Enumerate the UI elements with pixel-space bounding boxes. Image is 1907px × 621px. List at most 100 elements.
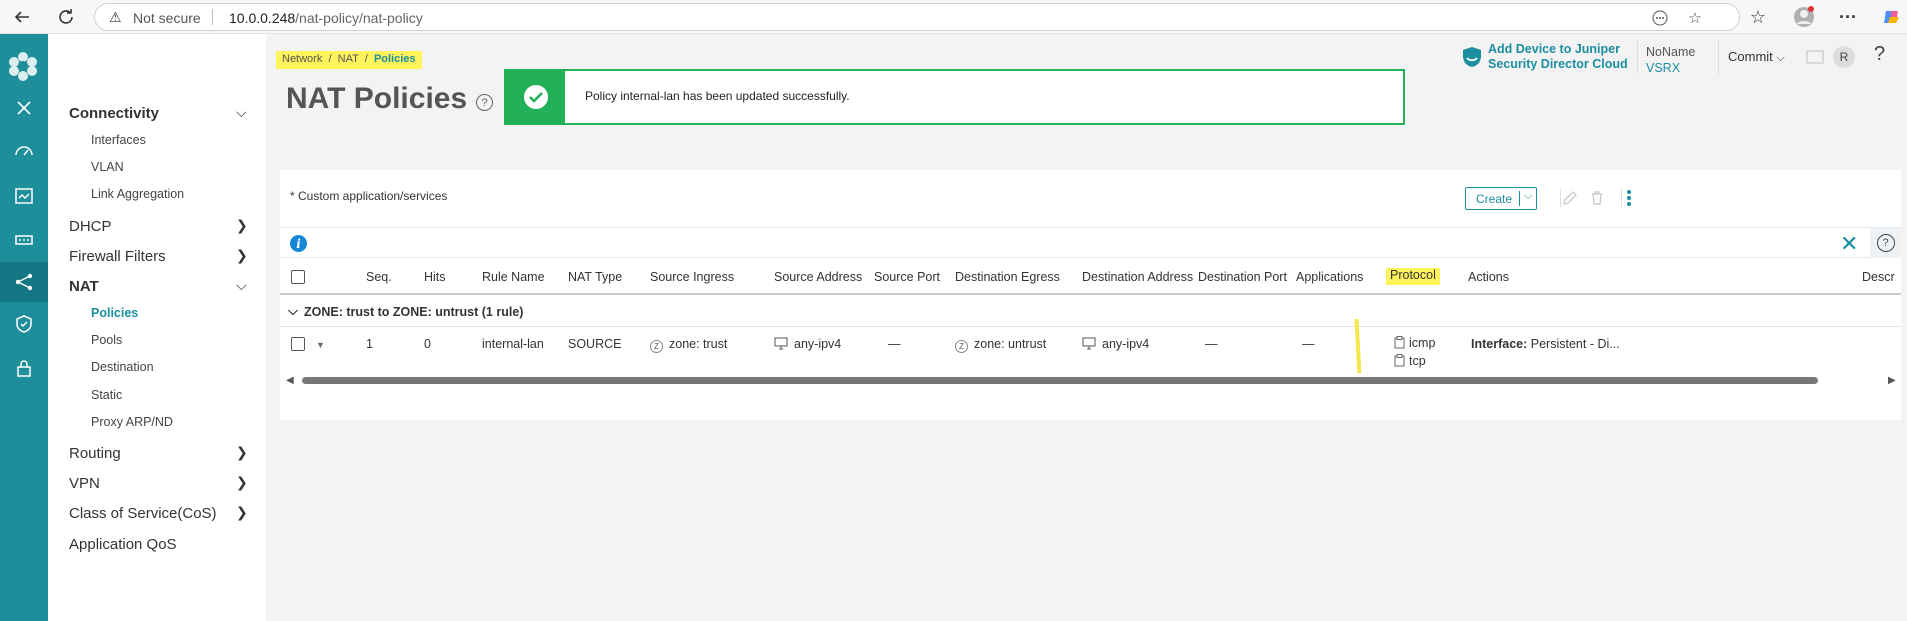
help-icon: ? xyxy=(1876,234,1895,252)
chevron-down-icon[interactable]: ⌵ xyxy=(288,303,298,319)
cell-applications: — xyxy=(1302,337,1315,351)
security-shield-icon[interactable] xyxy=(0,304,48,344)
sidebar-item-pools[interactable]: Pools xyxy=(91,333,122,347)
sidebar-item-destination[interactable]: Destination xyxy=(91,360,154,374)
create-button[interactable]: Create ⌵ xyxy=(1465,187,1537,210)
chevron-right-icon[interactable]: ❯ xyxy=(236,474,248,491)
sidebar-item-proxy-arp[interactable]: Proxy ARP/ND xyxy=(91,415,173,429)
star-icon[interactable]: ☆ xyxy=(1685,8,1705,28)
edit-pencil-icon[interactable] xyxy=(1559,187,1581,209)
column-protocol[interactable]: Protocol xyxy=(1386,268,1440,285)
page-title: NAT Policies xyxy=(286,82,468,115)
device-model[interactable]: VSRX xyxy=(1646,60,1695,76)
sidebar-group-connectivity[interactable]: Connectivity xyxy=(69,105,159,122)
clear-filter-close-icon[interactable]: ✕ xyxy=(1840,231,1858,257)
commit-dropdown[interactable]: Commit ⌵ xyxy=(1728,49,1785,65)
scroll-right-icon[interactable]: ▶ xyxy=(1888,375,1896,386)
table-help-button[interactable]: ? xyxy=(1870,228,1901,258)
chevron-down-icon[interactable]: ⌵ xyxy=(236,277,247,294)
device-name: NoName xyxy=(1646,45,1696,59)
breadcrumb-nat[interactable]: NAT xyxy=(338,53,359,65)
add-device-juniper-link[interactable]: Add Device to Juniper Security Director … xyxy=(1460,42,1630,76)
column-nat-type[interactable]: NAT Type xyxy=(568,270,622,284)
sidebar-group-dhcp[interactable]: DHCP xyxy=(69,218,112,235)
more-options-circle-icon[interactable] xyxy=(1650,8,1670,28)
sidebar-item-static[interactable]: Static xyxy=(91,388,122,402)
column-source-ingress[interactable]: Source Ingress xyxy=(650,270,734,284)
cell-protocol-icmp: icmp xyxy=(1394,336,1435,350)
zone-group-row[interactable]: ⌵ ZONE: trust to ZONE: untrust (1 rule) xyxy=(280,296,1901,327)
column-source-address[interactable]: Source Address xyxy=(774,270,862,284)
sidebar-group-firewall-filters[interactable]: Firewall Filters xyxy=(69,248,166,265)
chevron-down-icon[interactable]: ⌵ xyxy=(1524,190,1532,203)
protocol-icmp: icmp xyxy=(1409,336,1436,350)
zone-icon: Z xyxy=(650,340,663,353)
success-check-icon xyxy=(506,71,565,123)
column-description[interactable]: Descr xyxy=(1862,270,1895,284)
sidebar-group-application-qos[interactable]: Application QoS xyxy=(69,536,177,553)
breadcrumb-policies: Policies xyxy=(373,53,416,65)
info-icon[interactable]: i xyxy=(290,235,307,252)
address-monitor-icon xyxy=(1082,337,1096,350)
column-hits[interactable]: Hits xyxy=(424,270,446,284)
profile-icon[interactable] xyxy=(1792,5,1816,29)
favorites-icon[interactable]: ☆ xyxy=(1746,5,1770,29)
cell-protocol-tcp: tcp xyxy=(1394,354,1426,368)
lock-icon[interactable] xyxy=(0,348,48,388)
scroll-thumb[interactable] xyxy=(302,377,1818,384)
column-destination-egress[interactable]: Destination Egress xyxy=(955,270,1060,284)
column-applications[interactable]: Applications xyxy=(1296,270,1363,284)
row-checkbox[interactable] xyxy=(291,337,305,351)
help-icon[interactable]: ? xyxy=(476,94,493,111)
url-host: 10.0.0.248 xyxy=(229,10,296,26)
sidebar-group-routing[interactable]: Routing xyxy=(69,445,121,462)
close-icon[interactable] xyxy=(0,88,48,128)
row-expand-icon[interactable]: ▼ xyxy=(316,340,325,350)
juniper-logo-icon xyxy=(9,52,37,81)
back-arrow-icon[interactable] xyxy=(10,5,34,29)
chevron-right-icon[interactable]: ❯ xyxy=(236,217,248,234)
create-divider xyxy=(1519,191,1520,206)
cell-rule-name[interactable]: internal-lan xyxy=(482,337,544,351)
column-source-port[interactable]: Source Port xyxy=(874,270,940,284)
chevron-down-icon[interactable]: ⌵ xyxy=(236,104,247,121)
more-vertical-icon[interactable] xyxy=(1618,187,1640,209)
sidebar-group-cos[interactable]: Class of Service(CoS) xyxy=(69,505,217,522)
sidebar-group-nat[interactable]: NAT xyxy=(69,278,99,295)
copilot-icon[interactable] xyxy=(1880,5,1904,29)
select-all-checkbox[interactable] xyxy=(291,270,305,284)
dashboard-icon[interactable] xyxy=(0,131,48,171)
column-destination-address[interactable]: Destination Address xyxy=(1082,270,1193,284)
device-icon[interactable] xyxy=(0,220,48,260)
horizontal-scrollbar[interactable]: ◀ ▶ xyxy=(280,373,1901,387)
sidebar-group-vpn[interactable]: VPN xyxy=(69,475,100,492)
global-help-icon[interactable]: ? xyxy=(1874,43,1885,66)
url-text[interactable]: 10.0.0.248/nat-policy/nat-policy xyxy=(229,10,423,26)
avatar[interactable]: R xyxy=(1833,46,1855,68)
table-row[interactable]: ▼ 1 0 internal-lan SOURCE Zzone: trust a… xyxy=(280,327,1901,373)
sidebar-item-vlan[interactable]: VLAN xyxy=(91,160,124,174)
menu-dots-icon[interactable]: ··· xyxy=(1836,5,1860,29)
cell-destination-address: any-ipv4 xyxy=(1082,337,1149,351)
sidebar-item-link-aggregation[interactable]: Link Aggregation xyxy=(91,187,184,201)
column-rule-name[interactable]: Rule Name xyxy=(482,270,545,284)
breadcrumb-network[interactable]: Network xyxy=(282,53,322,65)
chevron-right-icon[interactable]: ❯ xyxy=(236,504,248,521)
sidebar-item-policies[interactable]: Policies xyxy=(91,306,138,320)
commit-label: Commit xyxy=(1728,49,1773,64)
column-seq[interactable]: Seq. xyxy=(366,270,392,284)
reload-icon[interactable] xyxy=(54,5,78,29)
column-actions[interactable]: Actions xyxy=(1468,270,1509,284)
sidebar-item-interfaces[interactable]: Interfaces xyxy=(91,133,146,147)
scroll-left-icon[interactable]: ◀ xyxy=(286,375,294,386)
cell-destination-port: — xyxy=(1205,337,1218,351)
column-destination-port[interactable]: Destination Port xyxy=(1198,270,1287,284)
network-icon[interactable] xyxy=(0,262,48,302)
chevron-right-icon[interactable]: ❯ xyxy=(236,247,248,264)
notification-icon[interactable] xyxy=(1804,46,1826,68)
monitor-icon[interactable] xyxy=(0,176,48,216)
address-bar[interactable]: ⚠ Not secure 10.0.0.248/nat-policy/nat-p… xyxy=(94,3,1740,31)
delete-trash-icon[interactable] xyxy=(1586,187,1608,209)
column-protocol-label: Protocol xyxy=(1386,268,1440,285)
chevron-right-icon[interactable]: ❯ xyxy=(236,444,248,461)
